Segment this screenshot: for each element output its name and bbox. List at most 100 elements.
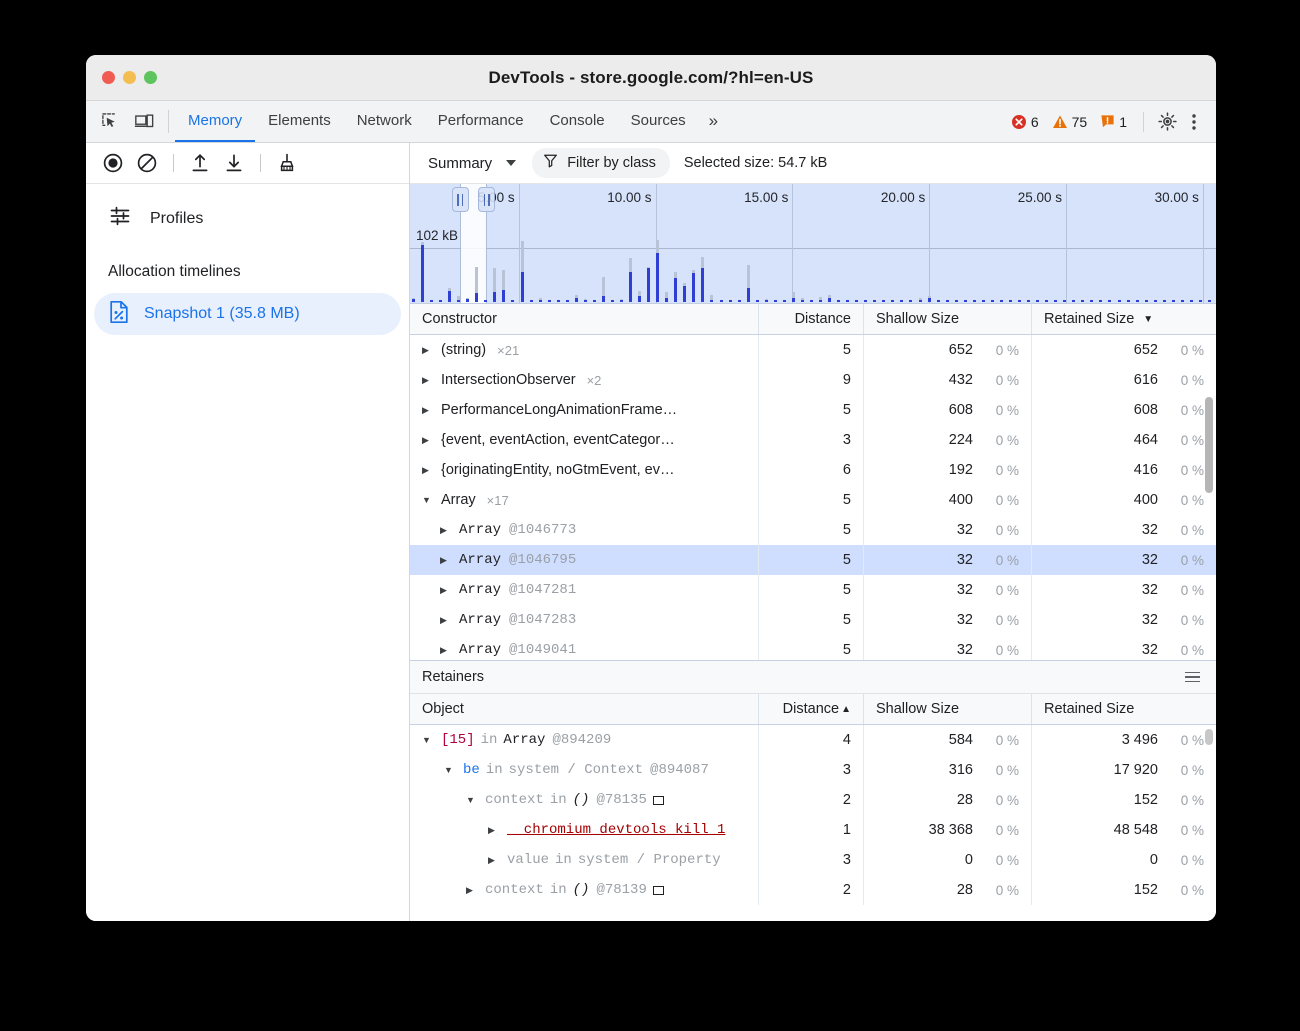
timeline-bar xyxy=(1145,300,1148,302)
constructor-name-cell[interactable]: ▶PerformanceLongAnimationFrame… xyxy=(410,395,759,425)
constructor-name-cell[interactable]: ▶Array@1049041 xyxy=(410,635,759,660)
gear-icon[interactable] xyxy=(1155,110,1179,134)
column-header-distance[interactable]: Distance xyxy=(759,304,864,334)
chevron-down-icon[interactable]: ▼ xyxy=(444,765,456,775)
constructor-name-cell[interactable]: ▼Array×17 xyxy=(410,485,759,515)
constructor-name-cell[interactable]: ▶{originatingEntity, noGtmEvent, ev… xyxy=(410,455,759,485)
constructor-name-cell[interactable]: ▶Array@1046773 xyxy=(410,515,759,545)
chevron-right-icon[interactable]: ▶ xyxy=(422,435,434,446)
grid-cell-number: 1520 % xyxy=(1032,875,1216,905)
tab-network[interactable]: Network xyxy=(344,101,425,142)
tab-console[interactable]: Console xyxy=(537,101,618,142)
chevron-right-icon[interactable]: ▶ xyxy=(488,855,500,866)
cell-value: 32 xyxy=(1044,642,1158,658)
timeline-bar xyxy=(701,268,704,302)
selection-handle-right[interactable] xyxy=(478,187,495,212)
constructor-name-cell[interactable]: ▶Array@1046795 xyxy=(410,545,759,575)
table-row[interactable]: ▶Array@10472835320 %320 % xyxy=(410,605,1216,635)
cell-value: 28 xyxy=(876,882,973,898)
column-header-retainer-distance[interactable]: Distance ▲ xyxy=(759,694,864,724)
cell-percent: 0 % xyxy=(973,733,1019,748)
table-row[interactable]: ▼beinsystem / Context@89408733160 %17 92… xyxy=(410,755,1216,785)
device-toolbar-icon[interactable] xyxy=(132,110,156,134)
tab-label: Sources xyxy=(631,112,686,129)
sidebar-item-snapshot-1[interactable]: Snapshot 1 (35.8 MB) xyxy=(94,293,401,335)
chevron-down-icon[interactable]: ▼ xyxy=(422,735,434,745)
tab-performance[interactable]: Performance xyxy=(425,101,537,142)
table-row[interactable]: ▶IntersectionObserver×294320 %6160 % xyxy=(410,365,1216,395)
close-window-button[interactable] xyxy=(102,71,115,84)
column-header-object[interactable]: Object xyxy=(410,694,759,724)
chevron-right-icon[interactable]: ▶ xyxy=(440,555,452,566)
grid-cell-number: 48 5480 % xyxy=(1032,815,1216,845)
table-row[interactable]: ▶(string)×2156520 %6520 % xyxy=(410,335,1216,365)
chevron-right-icon[interactable]: ▶ xyxy=(422,405,434,416)
chevron-right-icon[interactable]: ▶ xyxy=(422,465,434,476)
constructor-name-cell[interactable]: ▶Array@1047281 xyxy=(410,575,759,605)
table-row[interactable]: ▶{originatingEntity, noGtmEvent, ev…6192… xyxy=(410,455,1216,485)
column-header-shallow-size[interactable]: Shallow Size xyxy=(864,304,1032,334)
allocation-timeline-overview[interactable]: 5.00 s10.00 s15.00 s20.00 s25.00 s30.00 … xyxy=(410,184,1216,304)
chevron-right-icon[interactable]: ▶ xyxy=(488,825,500,836)
constructor-name-cell[interactable]: ▶IntersectionObserver×2 xyxy=(410,365,759,395)
record-icon[interactable] xyxy=(98,150,128,176)
hamburger-menu-icon[interactable] xyxy=(1181,668,1204,687)
minimize-window-button[interactable] xyxy=(123,71,136,84)
tab-elements[interactable]: Elements xyxy=(255,101,344,142)
clear-icon[interactable] xyxy=(132,150,162,176)
table-row[interactable]: ▶Array@10490415320 %320 % xyxy=(410,635,1216,660)
chevron-down-icon[interactable]: ▼ xyxy=(466,795,478,805)
chevron-right-icon[interactable]: ▶ xyxy=(440,645,452,656)
table-row[interactable]: ▶Array@10467955320 %320 % xyxy=(410,545,1216,575)
chevron-right-icon[interactable]: ▶ xyxy=(422,345,434,356)
table-row[interactable]: ▼[15]inArray@89420945840 %3 4960 % xyxy=(410,725,1216,755)
filter-by-class-button[interactable]: Filter by class xyxy=(532,148,670,178)
download-icon[interactable] xyxy=(219,150,249,176)
selection-handle-left[interactable] xyxy=(452,187,469,212)
warning-badge[interactable]: 75 xyxy=(1047,114,1093,130)
chevron-right-icon[interactable]: ▶ xyxy=(440,585,452,596)
table-row[interactable]: ▶Array@10472815320 %320 % xyxy=(410,575,1216,605)
chevron-down-icon[interactable]: ▼ xyxy=(422,495,434,505)
chevron-right-icon[interactable]: ▶ xyxy=(440,615,452,626)
retainer-object-cell[interactable]: ▶contextin()@78139 xyxy=(410,875,759,905)
grid-cell-number: 320 % xyxy=(1032,575,1216,605)
inspect-element-icon[interactable] xyxy=(98,110,122,134)
table-row[interactable]: ▶contextin()@781392280 %1520 % xyxy=(410,875,1216,905)
constructor-name-cell[interactable]: ▶Array@1047283 xyxy=(410,605,759,635)
error-badge[interactable]: 6 xyxy=(1006,114,1044,130)
constructor-name-cell[interactable]: ▶{event, eventAction, eventCategor… xyxy=(410,425,759,455)
table-row[interactable]: ▶{event, eventAction, eventCategor…32240… xyxy=(410,425,1216,455)
filter-label: Filter by class xyxy=(567,155,656,171)
table-row[interactable]: ▼Array×1754000 %4000 % xyxy=(410,485,1216,515)
table-row[interactable]: ▶__chromium_devtools_kill_1138 3680 %48 … xyxy=(410,815,1216,845)
column-header-retainer-shallow-size[interactable]: Shallow Size xyxy=(864,694,1032,724)
chevron-right-icon[interactable]: ▶ xyxy=(466,885,478,896)
chevron-right-icon[interactable]: ▶ xyxy=(440,525,452,536)
sidebar-item-profiles[interactable]: Profiles xyxy=(86,184,409,233)
timeline-selection-window[interactable] xyxy=(460,184,487,303)
table-row[interactable]: ▼contextin()@781352280 %1520 % xyxy=(410,785,1216,815)
zoom-window-button[interactable] xyxy=(144,71,157,84)
chevron-right-icon[interactable]: ▶ xyxy=(422,375,434,386)
broom-icon[interactable] xyxy=(272,150,302,176)
column-header-retainer-retained-size[interactable]: Retained Size xyxy=(1032,694,1216,724)
retainer-object-cell[interactable]: ▼[15]inArray@894209 xyxy=(410,725,759,755)
kebab-menu-icon[interactable] xyxy=(1182,110,1206,134)
column-header-constructor[interactable]: Constructor xyxy=(410,304,759,334)
column-header-retained-size[interactable]: Retained Size ▼ xyxy=(1032,304,1216,334)
retainer-object-cell[interactable]: ▼beinsystem / Context@894087 xyxy=(410,755,759,785)
table-row[interactable]: ▶valueinsystem / Property300 %00 % xyxy=(410,845,1216,875)
more-tabs-icon[interactable]: » xyxy=(699,101,728,142)
table-row[interactable]: ▶PerformanceLongAnimationFrame…56080 %60… xyxy=(410,395,1216,425)
table-row[interactable]: ▶Array@10467735320 %320 % xyxy=(410,515,1216,545)
tab-memory[interactable]: Memory xyxy=(175,101,255,142)
retainer-object-cell[interactable]: ▶valueinsystem / Property xyxy=(410,845,759,875)
upload-icon[interactable] xyxy=(185,150,215,176)
view-mode-select[interactable]: Summary xyxy=(422,152,522,175)
retainer-object-cell[interactable]: ▶__chromium_devtools_kill_1 xyxy=(410,815,759,845)
issue-badge[interactable]: 1 xyxy=(1095,114,1132,130)
retainer-object-cell[interactable]: ▼contextin()@78135 xyxy=(410,785,759,815)
tab-sources[interactable]: Sources xyxy=(618,101,699,142)
constructor-name-cell[interactable]: ▶(string)×21 xyxy=(410,335,759,365)
